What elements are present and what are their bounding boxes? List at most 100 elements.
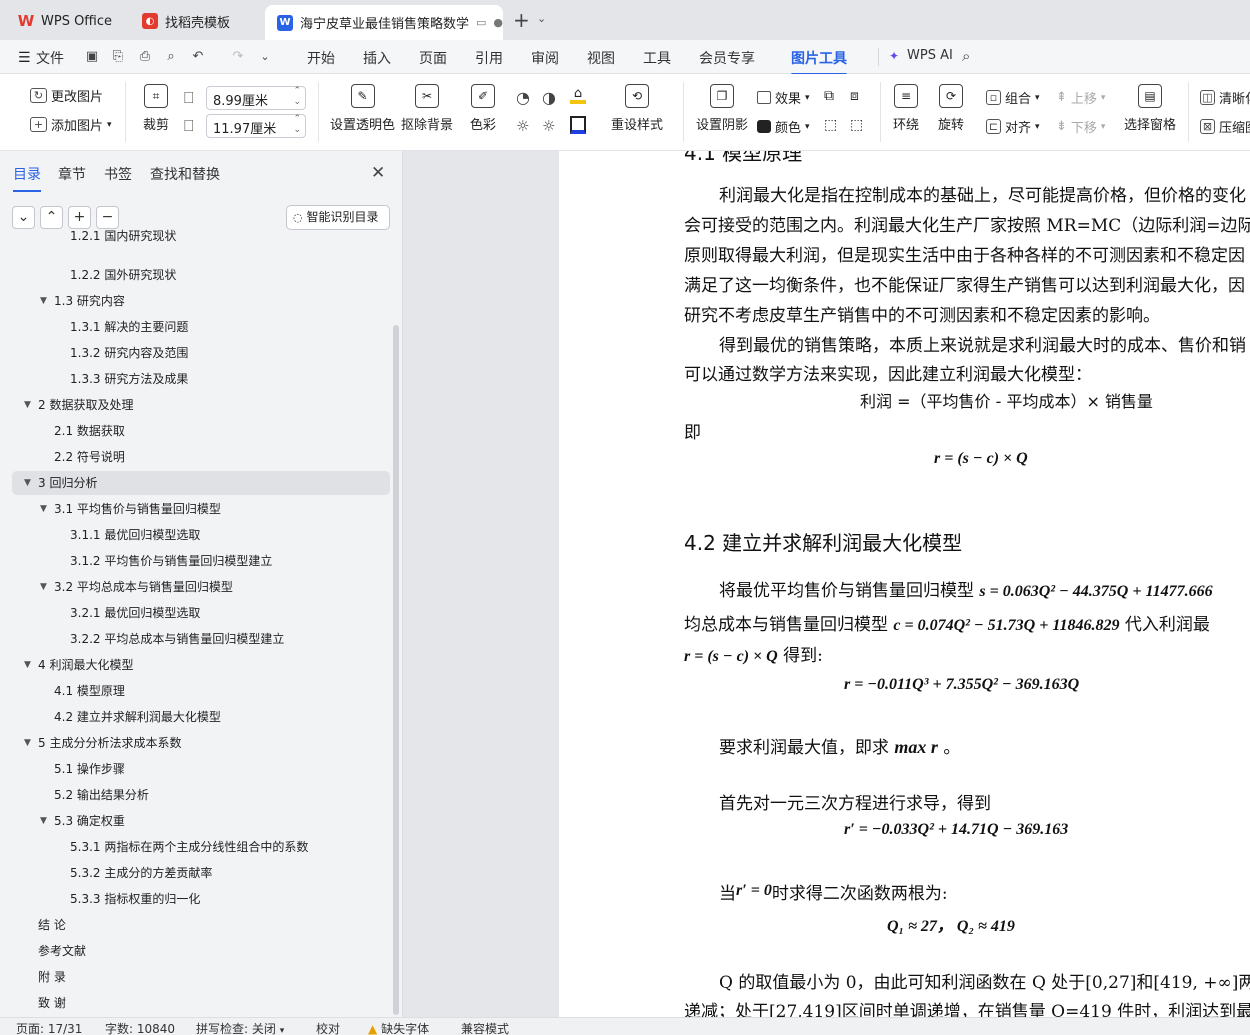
expand-caret-icon[interactable]: ▼ (24, 471, 31, 495)
toc-item[interactable]: 3.1.1 最优回归模型选取 (12, 523, 390, 547)
change-image-button[interactable]: ↻ 更改图片 (30, 86, 103, 105)
toc-item[interactable]: 1.3.2 研究内容及范围 (12, 341, 390, 365)
align-button[interactable]: ⊏ 对齐 ▾ (986, 117, 1040, 136)
nav-tab-chapter[interactable]: 章节 (58, 164, 86, 184)
send-backward-icon[interactable]: ⧈ (850, 88, 859, 104)
toc-item[interactable]: ▼ 3.2 平均总成本与销售量回归模型 (12, 575, 390, 599)
hamburger-icon[interactable]: ☰ (18, 50, 31, 66)
set-shadow-button[interactable]: ❐ 设置阴影 (696, 84, 748, 133)
toc-item[interactable]: ▼ 5.3 确定权重 (12, 809, 390, 833)
toc-item[interactable]: 1.3.1 解决的主要问题 (12, 315, 390, 339)
toc-item[interactable]: ▼ 1.3 研究内容 (12, 289, 390, 313)
nav-tab-find-replace[interactable]: 查找和替换 (150, 164, 220, 184)
menu-wps-ai[interactable]: WPS AI (907, 48, 953, 63)
fill-color-button[interactable]: 颜色 ▾ (757, 117, 810, 136)
close-icon[interactable]: ✕ (371, 163, 385, 183)
outline-color-icon[interactable]: ⌂ (570, 86, 586, 104)
toc-item[interactable]: 致 谢 (12, 991, 390, 1015)
export-pdf-icon[interactable]: ⎘ (110, 49, 126, 65)
new-tab-plus-icon[interactable]: + (513, 10, 530, 30)
expand-caret-icon[interactable]: ▼ (40, 809, 47, 833)
toc-item[interactable]: 5.3.2 主成分的方差贡献率 (12, 861, 390, 885)
toc-item[interactable]: ▼ 3.1 平均售价与销售量回归模型 (12, 497, 390, 521)
remove-background-button[interactable]: ✂ 抠除背景 (401, 84, 453, 133)
save-icon[interactable]: ▣ (84, 49, 100, 65)
toc-item[interactable]: 5.2 输出结果分析 (12, 783, 390, 807)
document-page[interactable]: 4.1 模型原理 利润最大化是指在控制成本的基础上，尽可能提高价格，但价格的变化… (559, 151, 1250, 1017)
print-icon[interactable]: ⎙ (137, 49, 153, 65)
height-input[interactable]: 11.97厘米 (206, 114, 306, 138)
toc-item[interactable]: 2.1 数据获取 (12, 419, 390, 443)
expand-caret-icon[interactable]: ▼ (40, 575, 47, 599)
compress-button[interactable]: ⊠ 压缩图 (1200, 117, 1250, 136)
effect-button[interactable]: 效果 ▾ (757, 88, 810, 107)
width-input[interactable]: 8.99厘米 (206, 86, 306, 110)
page-count[interactable]: 页面: 17/31 (16, 1020, 82, 1035)
crop-button[interactable]: ⌗ 裁剪 (143, 84, 169, 133)
toc-item[interactable]: 3.1.2 平均售价与销售量回归模型建立 (12, 549, 390, 573)
menu-tools[interactable]: 工具 (643, 48, 671, 68)
word-count[interactable]: 字数: 10840 (105, 1020, 175, 1035)
toc-item[interactable]: 3.2.2 平均总成本与销售量回归模型建立 (12, 627, 390, 651)
menu-review[interactable]: 审阅 (531, 48, 559, 68)
menu-file[interactable]: 文件 (36, 48, 64, 68)
menu-member[interactable]: 会员专享 (699, 48, 755, 68)
nav-tab-toc[interactable]: 目录 (13, 164, 41, 192)
chevron-down-icon[interactable]: ⌄ (537, 12, 546, 25)
set-transparent-button[interactable]: ✎ 设置透明色 (330, 84, 395, 133)
print-preview-icon[interactable]: ⌕ (163, 49, 179, 65)
toc-item[interactable]: ▼ 5 主成分分析法求成本系数 (12, 731, 390, 755)
spell-check-status[interactable]: 拼写检查: 关闭 ▾ (196, 1020, 284, 1035)
toc-item[interactable]: ▼ 4 利润最大化模型 (12, 653, 390, 677)
redo-icon[interactable]: ↷ (230, 49, 246, 65)
contrast-down-icon[interactable]: ◑ (542, 88, 556, 107)
expand-caret-icon[interactable]: ▼ (40, 497, 47, 521)
brightness-down-icon[interactable]: ☼ (542, 117, 555, 135)
bring-forward-icon[interactable]: ⧉ (824, 88, 834, 104)
tab-wps-office[interactable]: W WPS Office (6, 6, 124, 36)
missing-font-button[interactable]: ▲ 缺失字体 (368, 1020, 429, 1035)
toc-item[interactable]: 3.2.1 最优回归模型选取 (12, 601, 390, 625)
toc-item[interactable]: 1.3.3 研究方法及成果 (12, 367, 390, 391)
toc-item[interactable]: 结 论 (12, 913, 390, 937)
nav-scrollbar[interactable] (393, 325, 399, 1015)
menu-page[interactable]: 页面 (419, 48, 447, 68)
toc-item[interactable]: 1.2.1 国内研究现状 (12, 224, 390, 248)
tab-document[interactable]: W 海宁皮草业最佳销售策略数学 ▭ ● (265, 5, 503, 40)
reset-style-button[interactable]: ⟲ 重设样式 (611, 84, 663, 133)
arrange-icon[interactable]: ⬚ (850, 117, 863, 133)
menu-insert[interactable]: 插入 (363, 48, 391, 68)
undo-icon[interactable]: ↶ (190, 49, 206, 65)
brightness-up-icon[interactable]: ☼ (516, 117, 529, 135)
toc-item[interactable]: 5.3.1 两指标在两个主成分线性组合中的系数 (12, 835, 390, 859)
sharpen-button[interactable]: ◫ 清晰化 (1200, 88, 1250, 107)
color-button[interactable]: ✐ 色彩 (470, 84, 496, 133)
toc-item[interactable]: ▼ 3 回归分析 (12, 471, 390, 495)
group-button[interactable]: ▫ 组合 ▾ (986, 88, 1040, 107)
rotate-button[interactable]: ⟳ 旋转 (938, 84, 964, 133)
toc-item[interactable]: 5.1 操作步骤 (12, 757, 390, 781)
contrast-up-icon[interactable]: ◔ (516, 88, 530, 107)
chevron-down-icon[interactable]: ⌄ (257, 49, 273, 65)
move-down-button[interactable]: ⇟ 下移 ▾ (1056, 117, 1105, 136)
menu-view[interactable]: 视图 (587, 48, 615, 68)
toc-item[interactable]: 附 录 (12, 965, 390, 989)
expand-caret-icon[interactable]: ▼ (40, 289, 47, 313)
add-image-button[interactable]: + 添加图片 ▾ (30, 115, 112, 134)
menu-picture-tools[interactable]: 图片工具 (791, 48, 847, 76)
border-color-icon[interactable] (570, 116, 586, 134)
proofread-button[interactable]: 校对 (316, 1020, 340, 1035)
wrap-button[interactable]: ≡ 环绕 (893, 84, 919, 133)
arrange-icon[interactable]: ⬚ (824, 117, 837, 133)
expand-caret-icon[interactable]: ▼ (24, 731, 31, 755)
move-up-button[interactable]: ⇞ 上移 ▾ (1056, 88, 1105, 107)
toc-item[interactable]: 1.2.2 国外研究现状 (12, 263, 390, 287)
toc-item[interactable]: 2.2 符号说明 (12, 445, 390, 469)
close-dot-icon[interactable]: ● (493, 16, 503, 29)
selection-pane-button[interactable]: ▤ 选择窗格 (1124, 84, 1176, 133)
toc-item[interactable]: 4.1 模型原理 (12, 679, 390, 703)
menu-reference[interactable]: 引用 (475, 48, 503, 68)
expand-caret-icon[interactable]: ▼ (24, 653, 31, 677)
nav-tab-bookmark[interactable]: 书签 (104, 164, 132, 184)
toc-item[interactable]: 4.2 建立并求解利润最大化模型 (12, 705, 390, 729)
